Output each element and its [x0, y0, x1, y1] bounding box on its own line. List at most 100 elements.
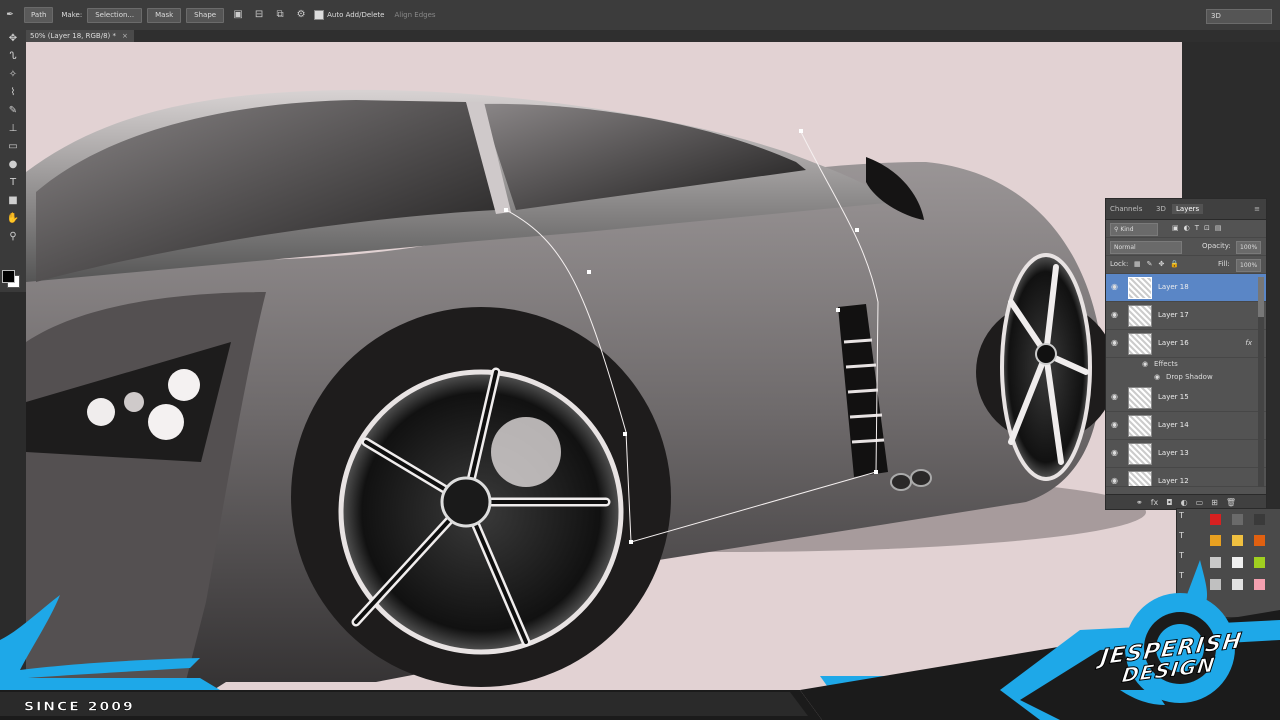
drop-shadow-eye-icon[interactable]: ◉: [1154, 373, 1160, 381]
layer-name: Layer 15: [1158, 393, 1189, 401]
layer-thumbnail: [1128, 277, 1152, 299]
layer-name: Layer 18: [1158, 283, 1189, 291]
pen-tool-preset-icon[interactable]: ✒: [2, 7, 18, 23]
layer-row[interactable]: ◉ Layer 13: [1106, 440, 1266, 468]
type-tool-preset-icon[interactable]: T: [1179, 571, 1184, 580]
new-layer-icon[interactable]: ⊞: [1211, 498, 1218, 507]
swatch[interactable]: [1254, 557, 1265, 568]
settings-gear-icon[interactable]: ⚙: [294, 8, 308, 22]
delete-layer-icon[interactable]: 🗑: [1226, 498, 1236, 507]
swatch[interactable]: [1210, 535, 1221, 546]
effects-row[interactable]: ◉ Effects: [1106, 358, 1266, 371]
swatch[interactable]: [1210, 579, 1221, 590]
layer-thumbnail: [1128, 305, 1152, 327]
align-edges-label[interactable]: Align Edges: [394, 11, 435, 19]
layer-name: Layer 13: [1158, 449, 1189, 457]
make-mask-button[interactable]: Mask: [147, 7, 182, 23]
blend-row: Normal Opacity: 100%: [1106, 238, 1266, 256]
type-tool-preset-icon[interactable]: T: [1179, 511, 1184, 520]
layer-row[interactable]: ◉ Layer 14: [1106, 412, 1266, 440]
adjustment-layer-icon[interactable]: ◐: [1181, 498, 1188, 507]
panel-menu-icon[interactable]: ≡: [1254, 205, 1260, 213]
layer-row[interactable]: ◉ Layer 12: [1106, 468, 1266, 487]
visibility-eye-icon[interactable]: ◉: [1111, 338, 1118, 347]
close-tab-icon[interactable]: ×: [122, 32, 128, 40]
link-layers-icon[interactable]: ⚭: [1136, 498, 1143, 507]
swatch[interactable]: [1210, 557, 1221, 568]
path-operations-icon[interactable]: ▣: [231, 8, 245, 22]
opacity-field[interactable]: 100%: [1236, 241, 1262, 254]
swatch[interactable]: [1232, 514, 1243, 525]
visibility-eye-icon[interactable]: ◉: [1111, 476, 1118, 485]
blend-mode-select[interactable]: Normal: [1110, 241, 1182, 254]
type-tool-icon[interactable]: T: [0, 174, 26, 192]
workspace-select[interactable]: 3D: [1206, 9, 1272, 24]
visibility-eye-icon[interactable]: ◉: [1111, 420, 1118, 429]
path-arrangement-icon[interactable]: ⧉: [273, 8, 287, 22]
car-illustration: [26, 89, 1146, 720]
kind-filter-select[interactable]: ⚲ Kind: [1110, 223, 1158, 236]
eyedropper-tool-icon[interactable]: ⌇: [0, 84, 26, 102]
layer-thumbnail: [1128, 443, 1152, 465]
swatches-panel: T T T T: [1176, 508, 1280, 618]
drop-shadow-row[interactable]: ◉ Drop Shadow: [1106, 371, 1266, 384]
tab-3d[interactable]: 3D: [1156, 205, 1166, 213]
type-tool-preset-icon[interactable]: T: [1179, 551, 1184, 560]
auto-add-delete-label: Auto Add/Delete: [327, 11, 385, 19]
lock-icons[interactable]: ▦✎✥🔒: [1134, 260, 1185, 268]
make-label: Make:: [61, 11, 83, 19]
visibility-eye-icon[interactable]: ◉: [1111, 448, 1118, 457]
swatch[interactable]: [1254, 535, 1265, 546]
swatch[interactable]: [1210, 514, 1221, 525]
layers-scrollbar[interactable]: [1258, 277, 1264, 487]
auto-add-delete-checkbox[interactable]: [314, 10, 325, 20]
since-label: SINCE 2009: [24, 699, 135, 715]
hand-tool-icon[interactable]: ✋: [0, 210, 26, 228]
visibility-eye-icon[interactable]: ◉: [1111, 310, 1118, 319]
swatch[interactable]: [1254, 579, 1265, 590]
move-tool-icon[interactable]: ✥: [0, 30, 26, 48]
quick-mask-icon[interactable]: [0, 270, 26, 288]
layer-row[interactable]: ◉ Layer 17: [1106, 302, 1266, 330]
make-shape-button[interactable]: Shape: [186, 7, 225, 23]
layer-thumbnail: [1128, 333, 1152, 355]
dodge-tool-icon[interactable]: ●: [0, 156, 26, 174]
effects-eye-icon[interactable]: ◉: [1142, 360, 1148, 368]
zoom-tool-icon[interactable]: ⚲: [0, 228, 26, 246]
layer-name: Layer 17: [1158, 311, 1189, 319]
make-selection-button[interactable]: Selection...: [87, 7, 143, 23]
visibility-eye-icon[interactable]: ◉: [1111, 392, 1118, 401]
document-tab[interactable]: 50% (Layer 18, RGB/8) * ×: [26, 30, 134, 42]
visibility-eye-icon[interactable]: ◉: [1111, 282, 1118, 291]
document-canvas[interactable]: [26, 42, 1182, 720]
brush-tool-icon[interactable]: ✎: [0, 102, 26, 120]
swatch[interactable]: [1232, 535, 1243, 546]
layers-panel-tabs: Channels 3D Layers ≡: [1106, 199, 1266, 220]
add-style-icon[interactable]: fx: [1151, 498, 1159, 507]
swatch[interactable]: [1254, 514, 1265, 525]
clone-stamp-tool-icon[interactable]: ⊥: [0, 120, 26, 138]
rectangle-tool-icon[interactable]: ■: [0, 192, 26, 210]
new-group-icon[interactable]: ▭: [1196, 498, 1204, 507]
lock-row: Lock: ▦✎✥🔒 Fill: 100%: [1106, 256, 1266, 274]
filter-type-icons[interactable]: ▣◐T⊡▤: [1172, 224, 1226, 232]
layer-thumbnail: [1128, 387, 1152, 409]
swatch[interactable]: [1232, 557, 1243, 568]
add-mask-icon[interactable]: ◘: [1166, 498, 1172, 507]
layer-row[interactable]: ◉ Layer 18: [1106, 274, 1266, 302]
tool-mode-select[interactable]: Path: [24, 7, 54, 23]
magic-wand-tool-icon[interactable]: ✧: [0, 66, 26, 84]
layer-row[interactable]: ◉ Layer 16 fx: [1106, 330, 1266, 358]
scrollbar-thumb[interactable]: [1258, 277, 1264, 317]
drop-shadow-label: Drop Shadow: [1166, 373, 1213, 381]
fill-field[interactable]: 100%: [1236, 259, 1262, 272]
lasso-tool-icon[interactable]: ᔐ: [0, 48, 26, 66]
path-alignment-icon[interactable]: ⊟: [252, 8, 266, 22]
layer-row[interactable]: ◉ Layer 15: [1106, 384, 1266, 412]
tab-channels[interactable]: Channels: [1110, 205, 1142, 213]
eraser-tool-icon[interactable]: ▭: [0, 138, 26, 156]
swatch[interactable]: [1232, 579, 1243, 590]
type-tool-preset-icon[interactable]: T: [1179, 531, 1184, 540]
tab-layers[interactable]: Layers: [1172, 204, 1204, 214]
layer-effects-badge[interactable]: fx: [1245, 339, 1252, 347]
